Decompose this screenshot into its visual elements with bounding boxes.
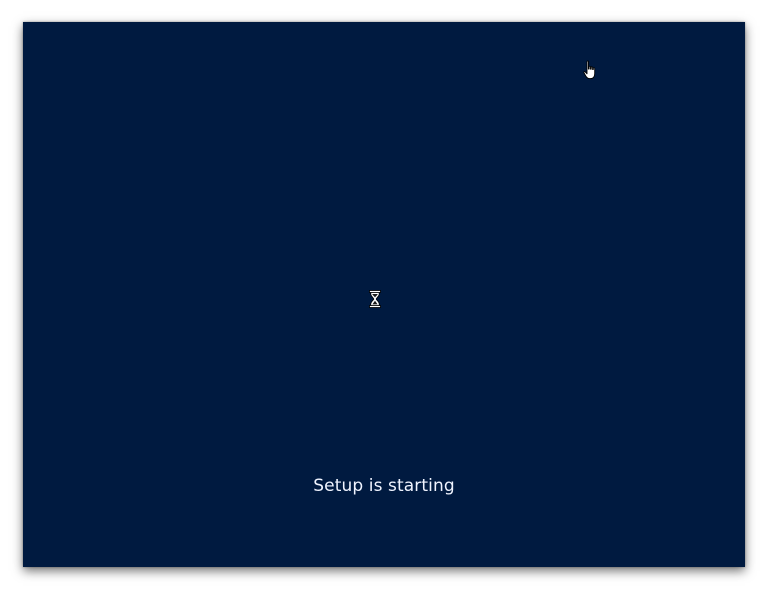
hand-pointer-icon [583,60,599,80]
setup-screen: Setup is starting [23,22,745,567]
setup-status-text: Setup is starting [313,476,455,496]
hourglass-icon [369,290,381,308]
